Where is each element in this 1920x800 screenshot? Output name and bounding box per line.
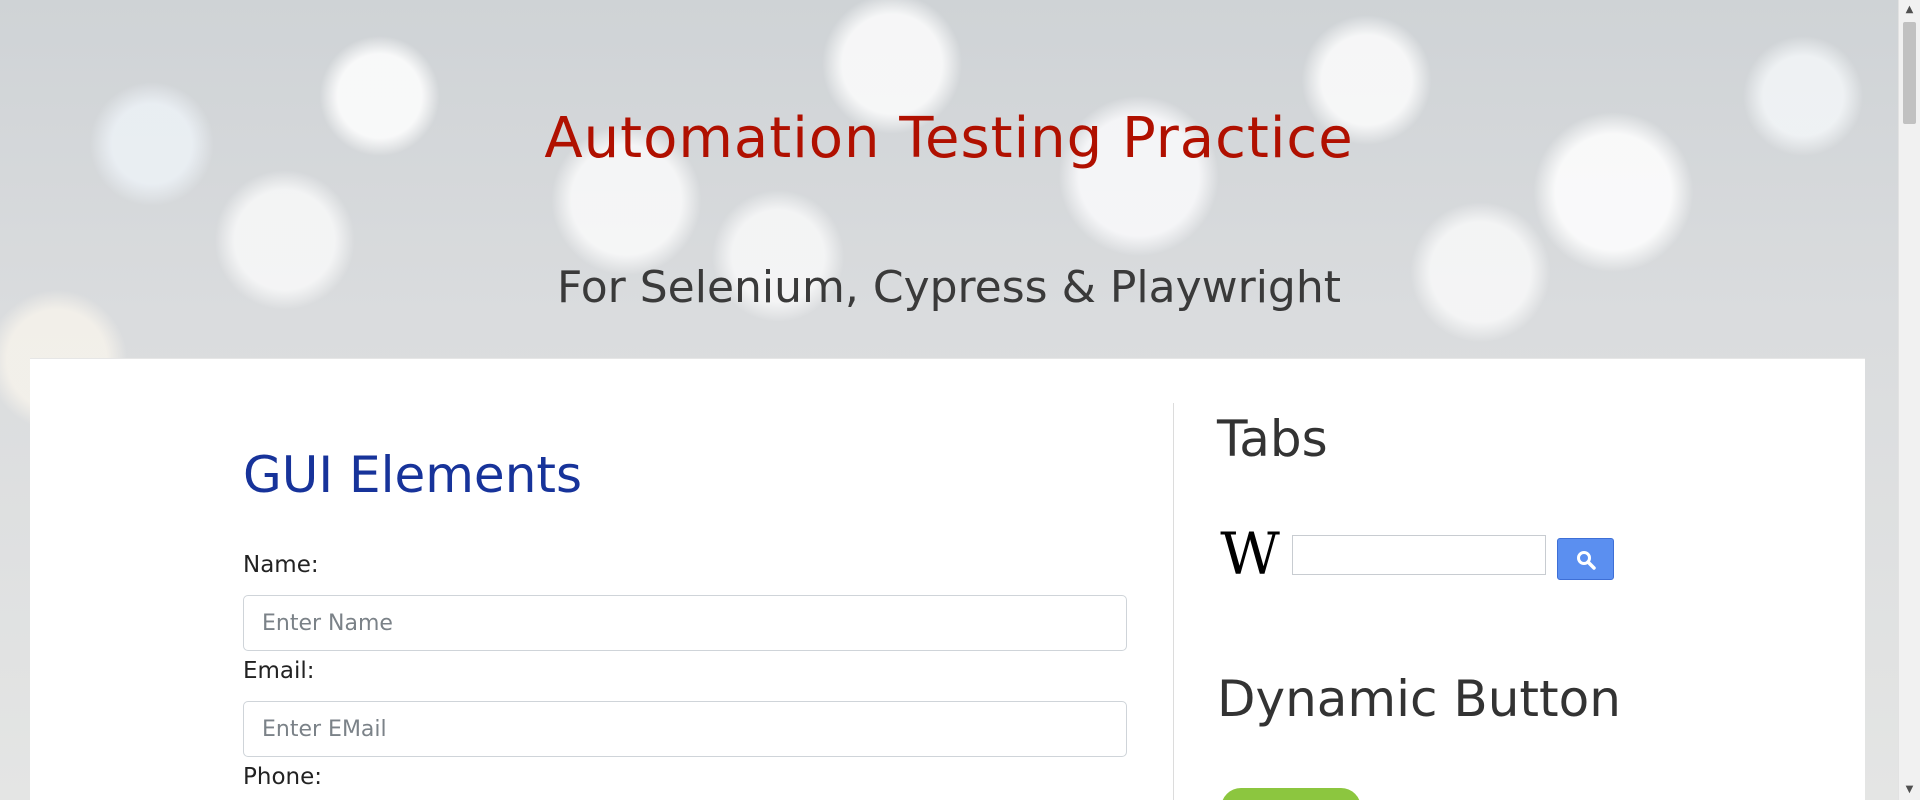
search-icon — [1577, 551, 1596, 570]
scroll-down-arrow-icon[interactable]: ▼ — [1899, 780, 1920, 800]
column-divider — [1173, 403, 1174, 800]
wikipedia-search-input[interactable] — [1292, 535, 1546, 575]
email-input[interactable] — [243, 701, 1127, 757]
scroll-up-arrow-icon[interactable]: ▲ — [1899, 0, 1920, 20]
dynamic-button-heading: Dynamic Button — [1217, 670, 1621, 728]
wikipedia-logo-icon: W — [1217, 520, 1283, 588]
vertical-scrollbar[interactable]: ▲ ▼ — [1898, 0, 1920, 800]
scrollbar-thumb[interactable] — [1903, 22, 1916, 124]
page-title: Automation Testing Practice — [544, 106, 1354, 171]
name-input[interactable] — [243, 595, 1127, 651]
name-label: Name: — [243, 552, 319, 578]
gui-elements-heading: GUI Elements — [243, 446, 583, 504]
svg-text:W: W — [1220, 528, 1280, 582]
wikipedia-search-button[interactable] — [1557, 538, 1614, 580]
page-header: Automation Testing Practice For Selenium… — [0, 0, 1898, 360]
phone-label: Phone: — [243, 764, 322, 790]
email-label: Email: — [243, 658, 315, 684]
dynamic-button[interactable] — [1221, 788, 1361, 800]
tabs-heading: Tabs — [1217, 410, 1328, 468]
page-subtitle: For Selenium, Cypress & Playwright — [556, 262, 1341, 313]
